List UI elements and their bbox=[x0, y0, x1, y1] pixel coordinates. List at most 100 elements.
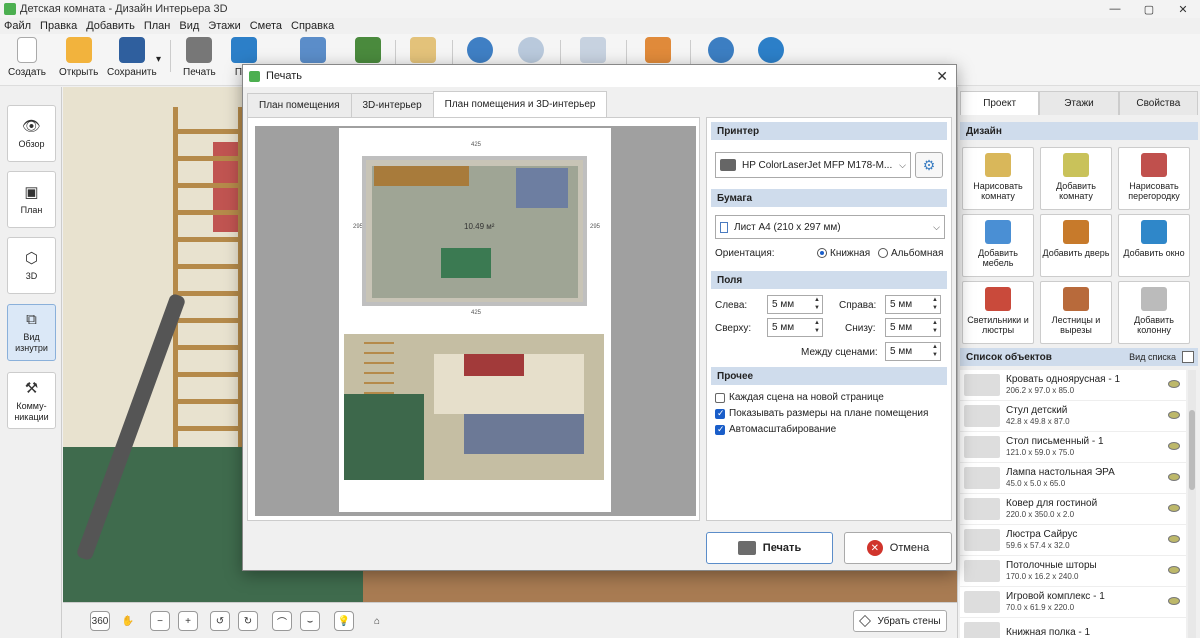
add-column-button[interactable]: Добавить колонну bbox=[1118, 281, 1190, 344]
add-room-button[interactable]: Добавить комнату bbox=[1040, 147, 1112, 210]
autoscale-checkbox[interactable] bbox=[715, 424, 725, 435]
visibility-eye-icon[interactable] bbox=[1168, 442, 1180, 450]
list-item[interactable]: Книжная полка - 1 bbox=[960, 618, 1186, 638]
right-margin-input[interactable]: 5 мм ▲ ▼ bbox=[885, 295, 941, 314]
add-furniture-button[interactable]: Добавить мебель bbox=[962, 214, 1034, 277]
textures-button[interactable] bbox=[645, 37, 671, 63]
list-item[interactable]: Стол письменный - 1 121.0 x 59.0 x 75.0 bbox=[960, 432, 1186, 463]
left-margin-label: Слева: bbox=[715, 300, 748, 311]
3d-button[interactable]: ⬡ 3D bbox=[7, 237, 56, 294]
menu-estimate[interactable]: Смета bbox=[250, 20, 282, 32]
draw-room-button[interactable]: Нарисовать комнату bbox=[962, 147, 1034, 210]
open-button[interactable]: Открыть bbox=[59, 37, 98, 78]
add-window-button[interactable]: Добавить окно bbox=[1118, 214, 1190, 277]
tilt-up-icon[interactable]: ⌒ bbox=[272, 611, 292, 631]
estimate-button[interactable] bbox=[410, 37, 436, 63]
create-button[interactable]: Создать bbox=[8, 37, 46, 78]
tab-properties[interactable]: Свойства bbox=[1118, 91, 1198, 115]
tab-floors[interactable]: Этажи bbox=[1039, 91, 1119, 115]
view-list-link[interactable]: Вид списка bbox=[1129, 352, 1176, 362]
overview-button[interactable]: 👁 Обзор bbox=[7, 105, 56, 162]
list-item[interactable]: Стул детский 42.8 x 49.8 x 87.0 bbox=[960, 401, 1186, 432]
light-bulb-icon[interactable]: 💡 bbox=[334, 611, 354, 631]
list-view-icon[interactable] bbox=[1182, 351, 1194, 363]
redo-button[interactable] bbox=[518, 37, 544, 63]
between-scenes-input[interactable]: 5 мм ▲ ▼ bbox=[885, 342, 941, 361]
top-margin-input[interactable]: 5 мм ▲ ▼ bbox=[767, 318, 823, 337]
printer-settings-gear-icon[interactable]: ⚙ bbox=[915, 152, 943, 178]
settings-button[interactable] bbox=[708, 37, 734, 63]
print-button[interactable]: Печать bbox=[183, 37, 216, 78]
tab-plan-and-3d[interactable]: План помещения и 3D-интерьер bbox=[432, 91, 608, 117]
new-page-checkbox[interactable] bbox=[715, 393, 725, 403]
menu-plan[interactable]: План bbox=[144, 20, 171, 32]
list-item[interactable]: Ковер для гостиной 220.0 x 350.0 x 2.0 bbox=[960, 494, 1186, 525]
printer-select[interactable]: HP ColorLaserJet MFP M178-M... ⌵ bbox=[715, 152, 911, 178]
zoom-out-icon[interactable]: − bbox=[150, 611, 170, 631]
tilt-down-icon[interactable]: ⌣ bbox=[300, 611, 320, 631]
visibility-eye-icon[interactable] bbox=[1168, 566, 1180, 574]
rotate-360-button[interactable]: 360 bbox=[90, 611, 110, 631]
list-item[interactable]: Потолочные шторы 170.0 x 16.2 x 240.0 bbox=[960, 556, 1186, 587]
communications-button[interactable]: ⚒ Комму-никации bbox=[7, 372, 56, 429]
bottom-margin-value: 5 мм bbox=[890, 322, 913, 333]
pan-hand-icon[interactable]: ✋ bbox=[118, 611, 138, 631]
spin-arrows-icon[interactable]: ▲ ▼ bbox=[932, 296, 938, 312]
portrait-radio[interactable] bbox=[817, 248, 827, 258]
list-item[interactable]: Люстра Сайрус 59.6 x 57.4 x 32.0 bbox=[960, 525, 1186, 556]
visibility-eye-icon[interactable] bbox=[1168, 535, 1180, 543]
menu-help[interactable]: Справка bbox=[291, 20, 334, 32]
list-item[interactable]: Игровой комплекс - 1 70.0 x 61.9 x 220.0 bbox=[960, 587, 1186, 618]
spin-arrows-icon[interactable]: ▲ ▼ bbox=[814, 319, 820, 335]
tab-3d-interior[interactable]: 3D-интерьер bbox=[350, 93, 434, 117]
list-item[interactable]: Кровать одноярусная - 1 206.2 x 97.0 x 85… bbox=[960, 370, 1186, 401]
visibility-eye-icon[interactable] bbox=[1168, 411, 1180, 419]
object-list-scrollbar[interactable] bbox=[1188, 370, 1196, 638]
cancel-button[interactable]: ✕ Отмена bbox=[844, 532, 952, 564]
list-item[interactable]: Лампа настольная ЭРА 45.0 x 5.0 x 65.0 bbox=[960, 463, 1186, 494]
menu-add[interactable]: Добавить bbox=[86, 20, 135, 32]
paper-select[interactable]: Лист A4 (210 x 297 мм) ⌵ bbox=[715, 215, 945, 239]
menu-file[interactable]: Файл bbox=[4, 20, 31, 32]
stairs-button[interactable]: Лестницы и вырезы bbox=[1040, 281, 1112, 344]
remove-walls-button[interactable]: Убрать стены bbox=[853, 610, 947, 632]
visibility-eye-icon[interactable] bbox=[1168, 380, 1180, 388]
lights-button[interactable]: Светильники и люстры bbox=[962, 281, 1034, 344]
menu-view[interactable]: Вид bbox=[179, 20, 199, 32]
undo-button[interactable] bbox=[467, 37, 493, 63]
dialog-close-icon[interactable]: ✕ bbox=[936, 68, 948, 85]
help-button[interactable] bbox=[758, 37, 784, 63]
landscape-label: Альбомная bbox=[891, 248, 944, 259]
spin-arrows-icon[interactable]: ▲ ▼ bbox=[932, 343, 938, 359]
inside-view-button[interactable]: ⧉ Вид изнутри bbox=[7, 304, 56, 361]
menu-floors[interactable]: Этажи bbox=[208, 20, 240, 32]
photo-button[interactable] bbox=[300, 37, 326, 63]
draw-partition-button[interactable]: Нарисовать перегородку bbox=[1118, 147, 1190, 210]
maximize-button[interactable]: ▢ bbox=[1132, 0, 1166, 18]
save-button[interactable]: Сохранить bbox=[107, 37, 157, 78]
plan-button[interactable]: ▣ План bbox=[7, 171, 56, 228]
copy-button[interactable] bbox=[580, 37, 606, 63]
show-dimensions-checkbox[interactable] bbox=[715, 408, 725, 419]
visibility-eye-icon[interactable] bbox=[1168, 473, 1180, 481]
spin-arrows-icon[interactable]: ▲ ▼ bbox=[932, 319, 938, 335]
bottom-margin-input[interactable]: 5 мм ▲ ▼ bbox=[885, 318, 941, 337]
minimize-button[interactable]: — bbox=[1098, 0, 1132, 18]
landscape-radio[interactable] bbox=[878, 248, 888, 258]
menu-edit[interactable]: Правка bbox=[40, 20, 77, 32]
close-button[interactable]: ✕ bbox=[1166, 0, 1200, 18]
visibility-eye-icon[interactable] bbox=[1168, 504, 1180, 512]
print-confirm-button[interactable]: Печать bbox=[706, 532, 833, 564]
spin-arrows-icon[interactable]: ▲ ▼ bbox=[814, 296, 820, 312]
rotate-left-icon[interactable]: ↺ bbox=[210, 611, 230, 631]
tab-floor-plan[interactable]: План помещения bbox=[247, 93, 352, 117]
tab-project[interactable]: Проект bbox=[960, 91, 1040, 115]
home-icon[interactable]: ⌂ bbox=[367, 611, 387, 631]
left-margin-input[interactable]: 5 мм ▲ ▼ bbox=[767, 295, 823, 314]
zoom-in-icon[interactable]: + bbox=[178, 611, 198, 631]
visibility-eye-icon[interactable] bbox=[1168, 597, 1180, 605]
rotate-right-icon[interactable]: ↻ bbox=[238, 611, 258, 631]
save-dropdown[interactable]: ▾ bbox=[156, 54, 161, 65]
landscape-button[interactable] bbox=[355, 37, 381, 63]
add-door-button[interactable]: Добавить дверь bbox=[1040, 214, 1112, 277]
